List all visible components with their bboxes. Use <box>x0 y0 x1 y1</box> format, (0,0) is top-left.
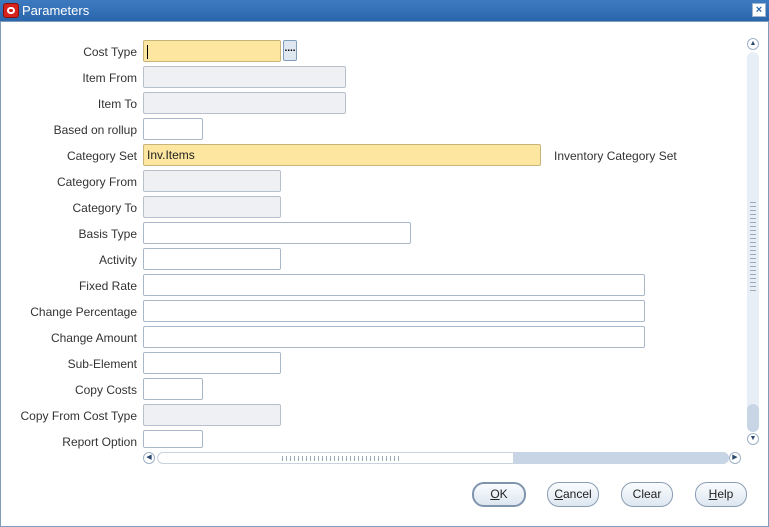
change-amount-label: Change Amount <box>50 331 137 345</box>
item-from-field[interactable] <box>143 66 346 88</box>
horizontal-scroll-track[interactable] <box>157 452 527 464</box>
based-on-rollup-field[interactable] <box>143 118 203 140</box>
activity-label: Activity <box>98 253 137 267</box>
item-from-label: Item From <box>82 71 137 85</box>
cancel-button[interactable]: Cancel <box>547 482 599 507</box>
item-to-field[interactable] <box>143 92 346 114</box>
based-on-rollup-label: Based on rollup <box>53 123 137 137</box>
vertical-scroll-grip <box>750 202 756 292</box>
cost-type-field[interactable] <box>143 40 281 62</box>
change-percentage-field[interactable] <box>143 300 645 322</box>
help-label-rest: elp <box>717 487 734 501</box>
sub-element-label: Sub-Element <box>67 357 137 371</box>
vertical-scrollbar[interactable]: ▲ ▼ <box>745 38 761 447</box>
category-to-label: Category To <box>72 201 137 215</box>
help-button[interactable]: Help <box>695 482 747 507</box>
cancel-label-rest: ancel <box>562 487 592 501</box>
report-option-field[interactable] <box>143 430 203 448</box>
list-of-values-button[interactable]: .... <box>283 40 297 61</box>
vertical-scroll-thumb[interactable] <box>747 404 759 432</box>
category-from-label: Category From <box>56 175 137 189</box>
close-icon[interactable]: × <box>752 3 766 17</box>
item-to-label: Item To <box>97 97 137 111</box>
copy-from-cost-type-label: Copy From Cost Type <box>20 409 137 423</box>
change-amount-field[interactable] <box>143 326 645 348</box>
horizontal-scroll-grip <box>282 456 402 461</box>
horizontal-scrollbar[interactable]: ◀ ▶ <box>143 451 743 465</box>
cost-type-label: Cost Type <box>83 45 137 59</box>
activity-field[interactable] <box>143 248 281 270</box>
window-title: Parameters <box>22 3 90 18</box>
fixed-rate-label: Fixed Rate <box>78 279 137 293</box>
vertical-scroll-track[interactable] <box>747 52 759 432</box>
change-percentage-label: Change Percentage <box>30 305 137 319</box>
basis-type-field[interactable] <box>143 222 411 244</box>
title-bar: Parameters × <box>0 0 769 21</box>
cancel-mnemonic: C <box>554 487 563 501</box>
copy-costs-field[interactable] <box>143 378 203 400</box>
scroll-up-icon[interactable]: ▲ <box>747 38 759 50</box>
ok-button[interactable]: OK <box>472 482 526 507</box>
category-set-label: Category Set <box>66 149 137 163</box>
ok-label-rest: K <box>499 487 508 501</box>
ok-mnemonic: O <box>490 487 500 501</box>
clear-button[interactable]: Clear <box>621 482 673 507</box>
copy-costs-label: Copy Costs <box>74 383 137 397</box>
scroll-left-icon[interactable]: ◀ <box>143 452 155 464</box>
scroll-down-icon[interactable]: ▼ <box>747 433 759 445</box>
category-set-description: Inventory Category Set <box>554 149 677 163</box>
category-from-field[interactable] <box>143 170 281 192</box>
scroll-right-icon[interactable]: ▶ <box>729 452 741 464</box>
category-set-field[interactable]: Inv.Items <box>143 144 541 166</box>
text-cursor <box>147 44 148 59</box>
report-option-label: Report Option <box>62 435 137 449</box>
basis-type-label: Basis Type <box>78 227 137 241</box>
copy-from-cost-type-field[interactable] <box>143 404 281 426</box>
fixed-rate-field[interactable] <box>143 274 645 296</box>
horizontal-scroll-thumb[interactable] <box>513 452 729 464</box>
oracle-icon <box>3 3 19 18</box>
category-to-field[interactable] <box>143 196 281 218</box>
sub-element-field[interactable] <box>143 352 281 374</box>
